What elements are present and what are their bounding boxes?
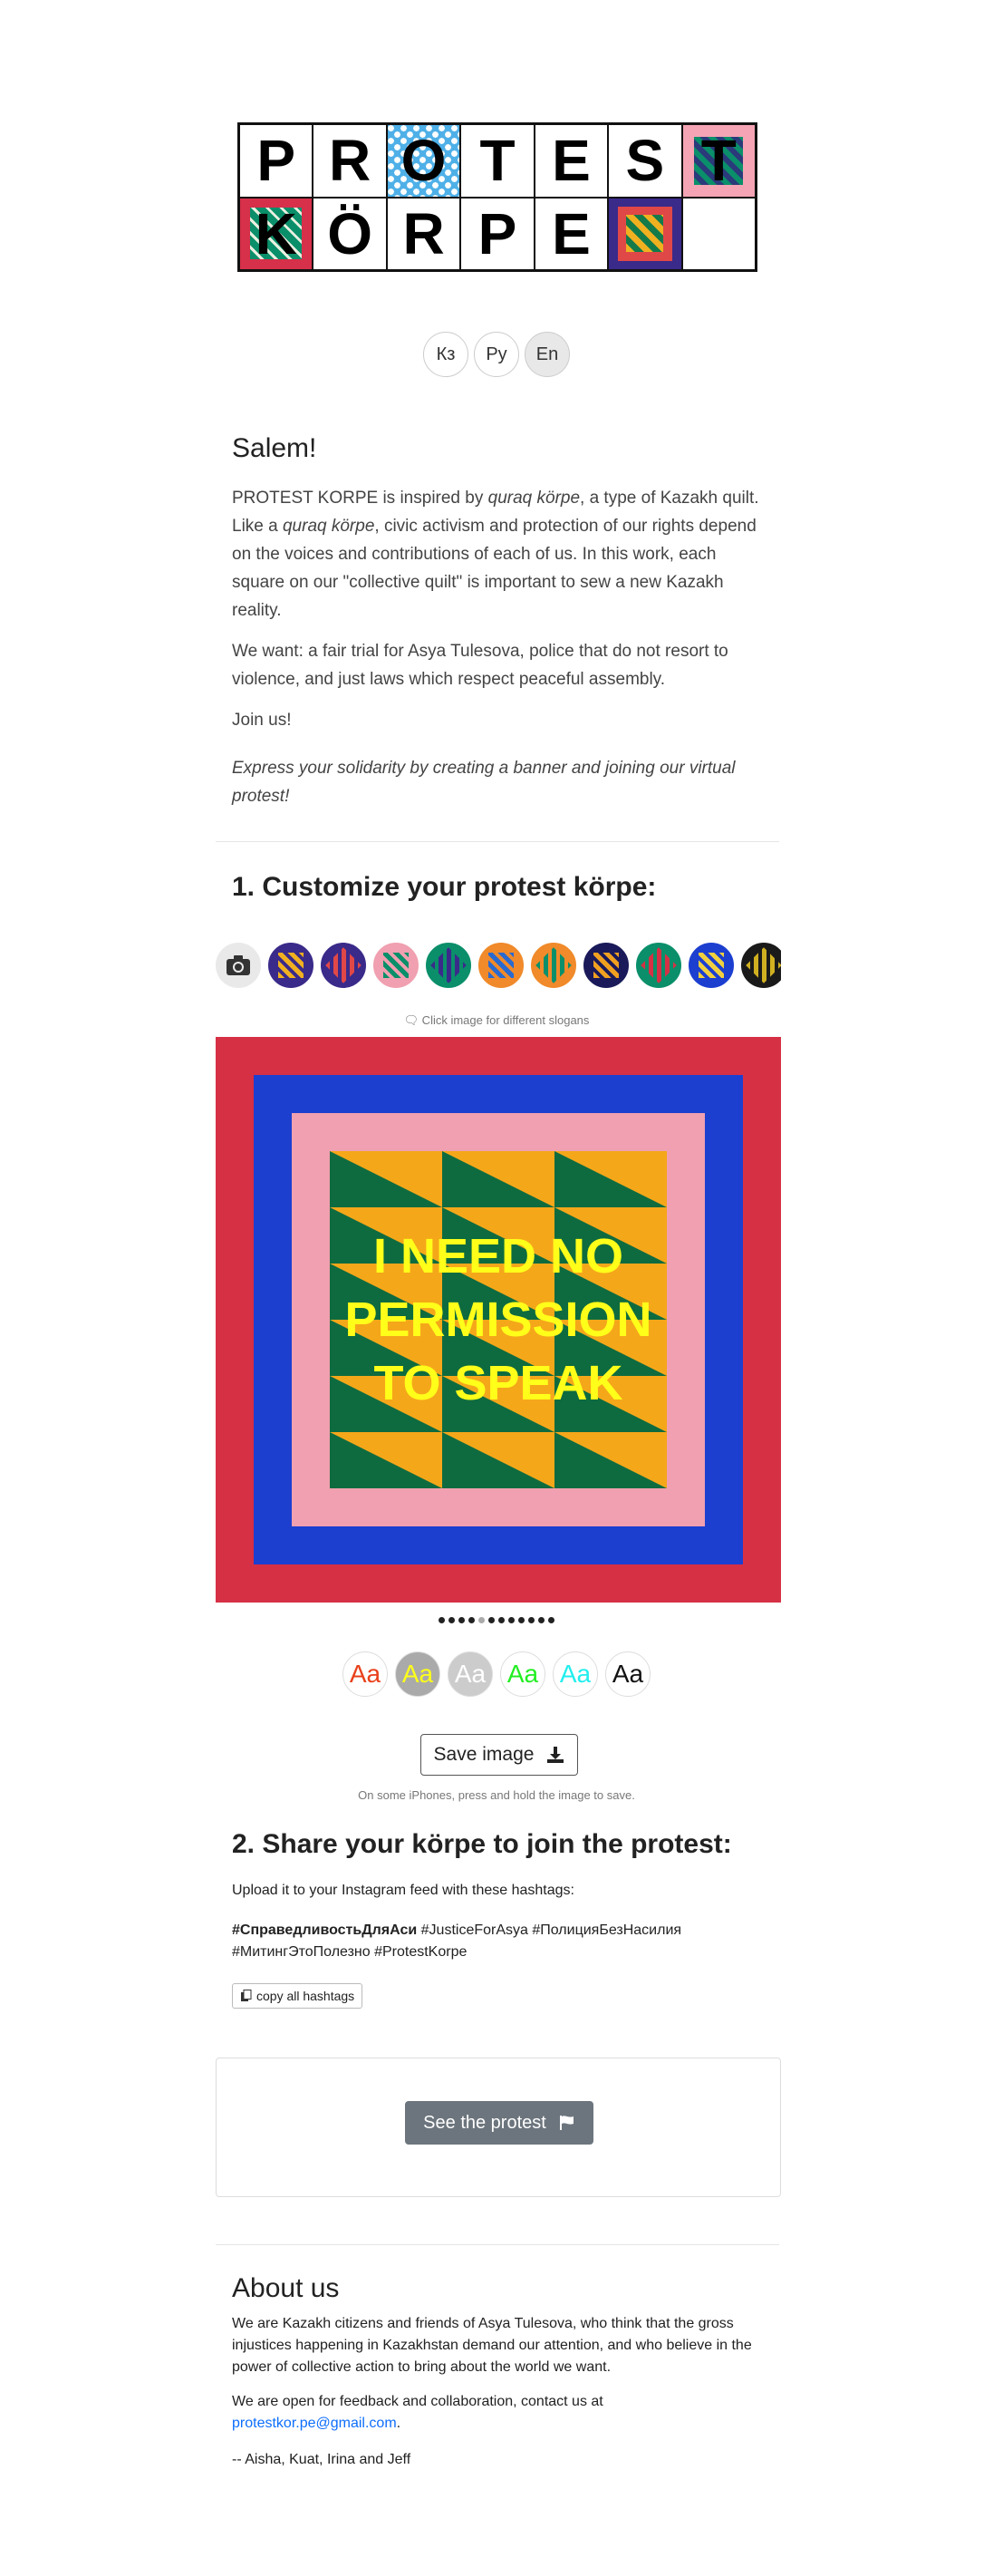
quilt-blue-border: I NEED NO PERMISSION TO SPEAK <box>254 1075 743 1564</box>
quilt-option-pattern <box>746 947 781 983</box>
quilt-option-pattern <box>325 947 362 983</box>
divider <box>216 841 779 842</box>
slide-dot[interactable] <box>518 1617 525 1623</box>
quilt-center: I NEED NO PERMISSION TO SPEAK <box>330 1151 667 1488</box>
quilt-selector <box>216 943 781 988</box>
lang-en-button[interactable]: En <box>525 332 570 377</box>
quilt-option-pattern <box>641 947 677 983</box>
slide-dot[interactable] <box>448 1617 455 1623</box>
logo-cell-patterned: O <box>386 124 461 198</box>
slide-dot[interactable] <box>458 1617 465 1623</box>
logo-cell: S <box>608 124 682 198</box>
see-protest-label: See the protest <box>423 2112 546 2133</box>
logo-cell: P <box>460 197 535 270</box>
intro-paragraph-2: We want: a fair trial for Asya Tulesova,… <box>232 642 728 689</box>
save-note: On some iPhones, press and hold the imag… <box>358 1788 635 1802</box>
upload-photo-button[interactable] <box>216 943 261 988</box>
font-color-option[interactable]: Aa <box>553 1651 598 1697</box>
camera-icon <box>227 955 250 975</box>
logo-cell: E <box>534 197 609 270</box>
copy-hashtags-button[interactable]: copy all hashtags <box>232 1983 363 2009</box>
divider <box>216 2244 779 2245</box>
step2-heading: 2. Share your körpe to join the protest: <box>232 1829 732 1859</box>
font-color-options: Aa Aa Aa Aa Aa Aa <box>0 1651 993 1697</box>
font-color-option[interactable]: Aa <box>342 1651 388 1697</box>
quilt-option-pattern <box>593 953 619 978</box>
logo-cell: E <box>534 124 609 198</box>
step1-heading: 1. Customize your protest körpe: <box>232 872 657 902</box>
save-image-label: Save image <box>433 1744 535 1765</box>
logo-cell-patterned: K <box>239 197 313 270</box>
slide-dot[interactable] <box>439 1617 445 1623</box>
download-icon <box>547 1747 564 1763</box>
logo-cell-empty <box>681 197 756 270</box>
slide-dot[interactable] <box>488 1617 495 1623</box>
about-heading: About us <box>232 2273 340 2303</box>
intro-paragraph-3: Join us! <box>232 711 292 730</box>
quilt-option-8[interactable] <box>636 943 681 988</box>
intro-text: PROTEST KORPE is inspired by quraq körpe… <box>232 484 763 823</box>
save-image-button[interactable]: Save image <box>420 1734 578 1776</box>
font-color-option[interactable]: Aa <box>448 1651 493 1697</box>
quilt-option-1[interactable] <box>268 943 313 988</box>
logo-cell: R <box>313 124 387 198</box>
intro-paragraph-1: PROTEST KORPE is inspired by quraq körpe… <box>232 489 759 620</box>
slide-indicators <box>0 1617 993 1623</box>
about-signature: -- Aisha, Kuat, Irina and Jeff <box>232 2452 411 2467</box>
font-color-option[interactable]: Aa <box>500 1651 545 1697</box>
quilt-option-pattern <box>383 953 409 978</box>
contact-email-link[interactable]: protestkor.pe@gmail.com <box>232 2416 397 2431</box>
greeting-heading: Salem! <box>232 433 317 463</box>
share-instruction: Upload it to your Instagram feed with th… <box>232 1883 574 1898</box>
quilt-option-9[interactable] <box>689 943 734 988</box>
quilt-option-5[interactable] <box>478 943 524 988</box>
language-switcher: Кз Ру En <box>0 332 993 377</box>
logo-cell-patterned: T <box>681 124 756 198</box>
quilt-option-10[interactable] <box>741 943 781 988</box>
slide-dot[interactable] <box>538 1617 545 1623</box>
logo-cell-patterned <box>608 197 682 270</box>
logo-cell: R <box>386 197 461 270</box>
slide-dot[interactable] <box>508 1617 515 1623</box>
slide-dot[interactable] <box>468 1617 475 1623</box>
lang-kz-button[interactable]: Кз <box>423 332 468 377</box>
slide-dot[interactable] <box>548 1617 554 1623</box>
logo-cell: Ö <box>313 197 387 270</box>
logo-cell: P <box>239 124 313 198</box>
logo-cell: T <box>460 124 535 198</box>
slide-dot[interactable] <box>478 1617 485 1623</box>
quilt-slogan: I NEED NO PERMISSION TO SPEAK <box>344 1229 652 1410</box>
copy-icon <box>241 1990 252 2001</box>
quilt-option-2[interactable] <box>321 943 366 988</box>
about-paragraph-2: We are open for feedback and collaborati… <box>232 2394 603 2431</box>
quilt-option-pattern <box>278 953 304 978</box>
quilt-option-4[interactable] <box>426 943 471 988</box>
quilt-option-pattern <box>535 947 572 983</box>
hashtags: #СправедливостьДляАси #JusticeForAsya #П… <box>232 1922 682 1960</box>
protest-korpe-logo: P R O T E S T K Ö R P E <box>237 122 757 272</box>
quilt-option-pattern <box>699 953 724 978</box>
protest-quilt-preview[interactable]: I NEED NO PERMISSION TO SPEAK <box>216 1037 781 1603</box>
copy-hashtags-label: copy all hashtags <box>256 1989 355 2003</box>
flag-icon <box>559 2116 574 2130</box>
quilt-option-6[interactable] <box>531 943 576 988</box>
slogan-hint: 🗨 Click image for different slogans <box>403 1013 590 1027</box>
quilt-option-pattern <box>430 947 467 983</box>
slide-dot[interactable] <box>528 1617 535 1623</box>
lang-ru-button[interactable]: Ру <box>474 332 519 377</box>
font-color-option[interactable]: Aa <box>395 1651 440 1697</box>
quilt-option-7[interactable] <box>583 943 629 988</box>
intro-paragraph-4: Express your solidarity by creating a ba… <box>232 759 736 806</box>
see-protest-button[interactable]: See the protest <box>405 2101 593 2145</box>
about-paragraph-1: We are Kazakh citizens and friends of As… <box>232 2316 752 2375</box>
font-color-option[interactable]: Aa <box>605 1651 651 1697</box>
quilt-pink-border: I NEED NO PERMISSION TO SPEAK <box>292 1113 705 1526</box>
quilt-option-pattern <box>488 953 514 978</box>
slide-dot[interactable] <box>498 1617 505 1623</box>
quilt-option-3[interactable] <box>373 943 419 988</box>
